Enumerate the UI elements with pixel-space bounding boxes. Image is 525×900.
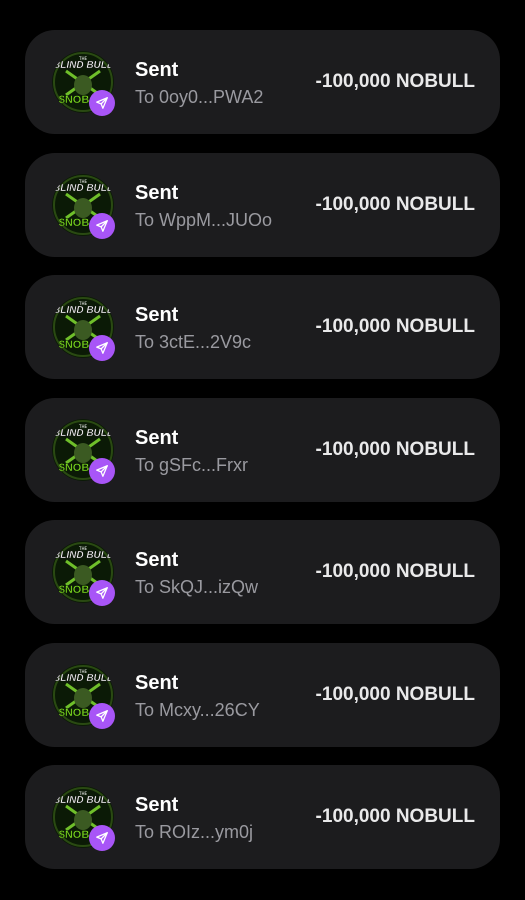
transaction-recipient: To Mcxy...26CY: [135, 699, 260, 720]
transaction-title: Sent: [135, 426, 179, 449]
send-badge: [89, 580, 115, 606]
transaction-amount: -100,000 NOBULL: [315, 316, 475, 337]
svg-text:$NOB: $NOB: [59, 462, 90, 474]
token-avatar: THE BLIND BULL $NOB: [52, 663, 116, 729]
svg-text:BLIND BULL: BLIND BULL: [53, 183, 113, 194]
transaction-row[interactable]: THE BLIND BULL $NOB Sent To 3ctE...2V9c …: [25, 275, 500, 379]
send-badge: [89, 90, 115, 116]
transaction-title: Sent: [135, 549, 179, 571]
send-icon: [96, 342, 108, 354]
token-avatar: THE BLIND BULL $NOB: [52, 786, 116, 851]
transaction-recipient: To ROIz...ym0j: [135, 822, 254, 842]
transaction-recipient: To WppM...JUOo: [135, 209, 273, 230]
send-badge: [89, 457, 115, 484]
token-avatar: THE BLIND BULL $NOB: [52, 418, 116, 484]
svg-text:$NOB: $NOB: [59, 707, 90, 719]
send-icon: [96, 219, 108, 232]
send-badge: [89, 212, 115, 239]
transaction-recipient: To gSFc...Frxr: [135, 454, 249, 475]
transaction-row[interactable]: THE BLIND BULL $NOB Sent To WppM...JUOo …: [25, 152, 500, 257]
token-avatar: THE BLIND BULL $NOB: [52, 541, 116, 606]
transaction-recipient: To 0oy0...PWA2: [135, 87, 264, 107]
svg-text:BLIND BULL: BLIND BULL: [53, 550, 113, 561]
transaction-recipient: To SkQJ...izQw: [135, 577, 259, 597]
transaction-recipient: To 3ctE...2V9c: [135, 332, 252, 352]
transaction-list: THE BLIND BULL $NOB Sent To 0oy0...PWA2 …: [25, 30, 500, 888]
send-badge: [89, 335, 115, 361]
svg-text:BLIND BULL: BLIND BULL: [53, 673, 113, 684]
send-icon: [96, 464, 108, 477]
transaction-title: Sent: [135, 304, 179, 326]
transaction-title: Sent: [135, 794, 179, 816]
transaction-title: Sent: [135, 671, 179, 694]
send-icon: [96, 97, 108, 109]
transaction-row[interactable]: THE BLIND BULL $NOB Sent To 0oy0...PWA2 …: [25, 30, 500, 134]
svg-text:$NOB: $NOB: [59, 94, 90, 106]
svg-text:$NOB: $NOB: [59, 584, 90, 596]
send-icon: [96, 709, 108, 722]
svg-text:$NOB: $NOB: [59, 829, 90, 841]
send-icon: [96, 832, 108, 844]
transaction-amount: -100,000 NOBULL: [315, 561, 475, 582]
svg-text:BLIND BULL: BLIND BULL: [53, 795, 113, 806]
transaction-row[interactable]: THE BLIND BULL $NOB Sent To Mcxy...26CY …: [25, 642, 500, 747]
transaction-amount: -100,000 NOBULL: [315, 438, 475, 460]
send-badge: [89, 702, 115, 729]
transaction-title: Sent: [135, 59, 179, 81]
svg-text:BLIND BULL: BLIND BULL: [53, 305, 113, 316]
token-avatar: THE BLIND BULL $NOB: [52, 173, 116, 239]
send-badge: [89, 825, 115, 851]
token-avatar: THE BLIND BULL $NOB: [52, 296, 116, 361]
svg-text:BLIND BULL: BLIND BULL: [53, 428, 113, 439]
token-avatar: THE BLIND BULL $NOB: [52, 51, 116, 116]
transaction-amount: -100,000 NOBULL: [315, 193, 475, 215]
svg-text:BLIND BULL: BLIND BULL: [53, 60, 113, 71]
transaction-amount: -100,000 NOBULL: [315, 683, 475, 705]
send-icon: [96, 587, 108, 599]
transaction-amount: -100,000 NOBULL: [315, 71, 475, 92]
svg-text:$NOB: $NOB: [59, 339, 90, 351]
transaction-amount: -100,000 NOBULL: [315, 806, 475, 827]
transaction-row[interactable]: THE BLIND BULL $NOB Sent To ROIz...ym0j …: [25, 765, 500, 869]
svg-text:$NOB: $NOB: [59, 217, 90, 229]
transaction-title: Sent: [135, 181, 179, 204]
transaction-row[interactable]: THE BLIND BULL $NOB Sent To SkQJ...izQw …: [25, 520, 500, 624]
transaction-row[interactable]: THE BLIND BULL $NOB Sent To gSFc...Frxr …: [25, 397, 500, 502]
